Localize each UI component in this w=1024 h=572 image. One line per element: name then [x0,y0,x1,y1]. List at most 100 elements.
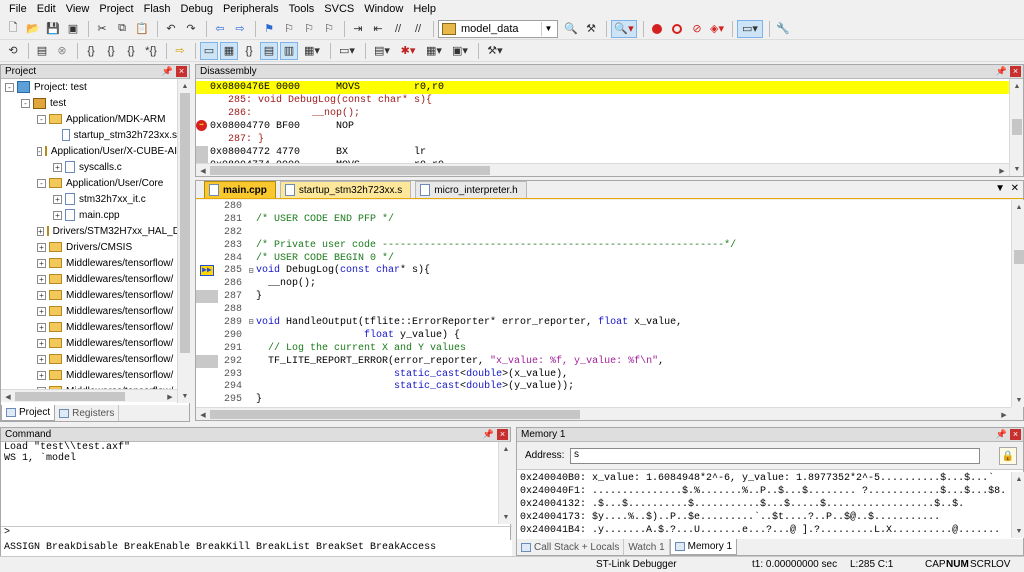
code-gutter[interactable] [196,239,218,252]
tab-call-stack[interactable]: Call Stack + Locals [517,539,625,555]
tree-item[interactable]: startup_stm32h723xx.s [1,127,177,143]
cut-icon[interactable]: ✂ [93,20,111,38]
target-combo[interactable]: model_data ▼ [438,19,558,38]
step-over-icon[interactable]: {} [102,42,120,60]
editor-hscroll[interactable]: ◀ ▶ [196,407,1011,420]
command-vscroll[interactable]: ▲ ▼ [498,442,511,524]
tab-startup-s[interactable]: startup_stm32h723xx.s [279,181,412,198]
code-line[interactable]: 295} [196,393,1011,406]
code-line[interactable]: 288 [196,303,1011,316]
uncomment-icon[interactable]: // [409,20,427,38]
run-to-cursor-icon[interactable]: *{} [142,42,160,60]
memory-row[interactable]: 0x24004132: .$...$..........$...........… [520,498,1011,511]
scroll-right-icon[interactable]: ▶ [995,164,1009,178]
tree-item[interactable]: + Middlewares/tensorflow/ [1,335,177,351]
code-gutter[interactable] [196,252,218,265]
code-gutter[interactable] [196,277,218,290]
disassembly-window-icon[interactable]: ▦ [220,41,238,60]
menu-file[interactable]: File [4,0,32,18]
memory-row[interactable]: 0x240040B0: x_value: 1.6084948*2^-6, y_v… [520,472,1011,485]
code-gutter[interactable] [196,316,218,329]
menu-peripherals[interactable]: Peripherals [218,0,284,18]
trace-window-icon[interactable]: ▦▾ [422,42,446,60]
tree-item[interactable]: + Drivers/STM32H7xx_HAL_Driver [1,223,177,239]
pin-icon[interactable]: 📌 [483,429,494,440]
expand-icon[interactable]: + [37,354,46,364]
pin-icon[interactable]: 📌 [996,429,1007,440]
disassembly-gutter[interactable] [196,146,208,159]
menu-debug[interactable]: Debug [176,0,218,18]
code-gutter[interactable] [196,329,218,342]
code-gutter[interactable] [196,226,218,239]
tree-item[interactable]: - Application/User/X-CUBE-AI [1,143,177,159]
tree-item[interactable]: + Middlewares/tensorflow/ [1,255,177,271]
copy-icon[interactable]: ⧉ [113,20,131,38]
menu-edit[interactable]: Edit [32,0,61,18]
tree-item[interactable]: - test [1,95,177,111]
address-input[interactable]: s [570,447,981,464]
tree-item[interactable]: - Application/MDK-ARM [1,111,177,127]
disassembly-gutter[interactable] [196,133,208,146]
tab-watch-1[interactable]: Watch 1 [624,539,670,555]
code-line[interactable]: 287} [196,290,1011,304]
scroll-down-icon[interactable]: ▼ [1010,162,1024,176]
memory-row[interactable]: 0x240040F1: ...............$.%.......%..… [520,485,1011,498]
tree-item[interactable]: + Middlewares/tensorflow/ [1,303,177,319]
code-gutter[interactable] [196,393,218,406]
code-line[interactable]: 286 __nop(); [196,277,1011,290]
expand-icon[interactable]: + [53,162,62,172]
start-debug-icon[interactable]: 🔍▾ [611,19,637,38]
scroll-thumb[interactable] [210,410,580,419]
memory-row[interactable]: 0x24004173: $y....%..$)..P..$e.........`… [520,511,1011,524]
scroll-thumb[interactable] [210,166,490,175]
scroll-down-icon[interactable]: ▼ [1012,524,1024,538]
bookmark-icon[interactable]: ⚑ [260,20,278,38]
code-gutter[interactable] [196,342,218,355]
toolbox-icon[interactable]: ⚒▾ [483,42,507,60]
breakpoint-icon[interactable] [648,20,666,38]
close-icon[interactable]: × [1010,429,1021,440]
code-line[interactable]: 282 [196,226,1011,239]
tree-item[interactable]: + main.cpp [1,207,177,223]
call-stack-window-icon[interactable]: ▥ [280,41,298,60]
editor-vscroll[interactable]: ▲ ▼ [1011,200,1024,407]
tree-item[interactable]: + Drivers/CMSIS [1,239,177,255]
nav-forward-icon[interactable]: ⇨ [231,20,249,38]
scroll-right-icon[interactable]: ▶ [997,408,1011,422]
memory-row[interactable]: 0x240041B4: .y.......A.$.?...U.......e..… [520,524,1011,537]
collapse-icon[interactable]: - [21,98,30,108]
fold-icon[interactable]: ⊟ [246,317,256,327]
scroll-thumb[interactable] [15,392,125,401]
serial-window-icon[interactable]: ▤▾ [370,42,394,60]
reset-icon[interactable]: ⟲ [4,42,22,60]
tree-item[interactable]: + syscalls.c [1,159,177,175]
tree-item[interactable]: + Middlewares/tensorflow/ [1,367,177,383]
open-file-icon[interactable]: 📂 [24,20,42,38]
watch-window-icon[interactable]: ▦▾ [300,42,324,60]
tab-memory-1[interactable]: Memory 1 [669,539,738,555]
disassembly-row[interactable]: 286: __nop(); [196,107,1009,120]
prev-bookmark-icon[interactable]: ⚐ [280,20,298,38]
scroll-up-icon[interactable]: ▲ [178,79,192,93]
debug-tools-icon[interactable]: ⚒ [582,20,600,38]
find-in-files-icon[interactable]: 🔍 [562,20,580,38]
symbols-window-icon[interactable]: {} [240,42,258,60]
editor-tabs-controls[interactable]: ▼ ✕ [995,183,1019,194]
code-gutter[interactable] [196,354,218,368]
comment-icon[interactable]: // [389,20,407,38]
indent-icon[interactable]: ⇥ [349,20,367,38]
memory-window-icon[interactable]: ▭▾ [335,42,359,60]
expand-icon[interactable]: + [37,290,46,300]
code-gutter[interactable] [196,303,218,316]
fold-icon[interactable]: ⊟ [246,266,256,276]
run-icon[interactable]: ▤ [33,42,51,60]
system-viewer-icon[interactable]: ▣▾ [448,42,472,60]
configure-icon[interactable]: 🔧 [774,20,792,38]
new-file-icon[interactable]: 🗋 [4,20,22,38]
code-gutter[interactable]: ▶▶ [196,264,218,277]
menu-svcs[interactable]: SVCS [319,0,359,18]
menu-view[interactable]: View [61,0,95,18]
command-window-icon[interactable]: ▭ [200,41,218,60]
expand-icon[interactable]: + [53,194,62,204]
scroll-down-icon[interactable]: ▼ [499,510,513,524]
